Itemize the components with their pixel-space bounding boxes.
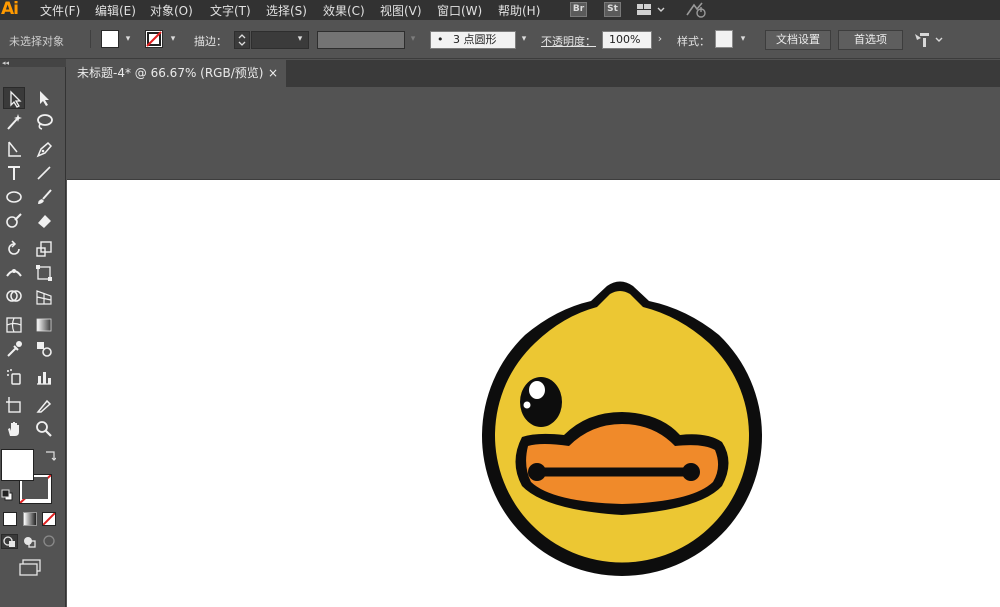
panel-collapse-icon[interactable]: ◂◂ xyxy=(0,59,66,67)
type-tool-icon[interactable] xyxy=(3,162,25,184)
style-label-text: 样式 xyxy=(677,35,699,48)
menu-help[interactable]: 帮助(H) xyxy=(498,2,540,19)
bridge-button[interactable]: Br xyxy=(570,2,587,17)
symbol-sprayer-tool-icon[interactable] xyxy=(3,366,25,388)
control-bar: 未选择对象 ▾ ▾ 描边： ▾ ▾ • 3 点圆形 ▾ 不透明度： 100% ›… xyxy=(0,20,1000,59)
screen-mode-icon[interactable] xyxy=(18,559,42,580)
menu-edit[interactable]: 编辑(E) xyxy=(95,2,136,19)
shape-builder-tool-icon[interactable] xyxy=(3,286,25,308)
stroke-label: 描边： xyxy=(194,35,227,48)
rotate-tool-icon[interactable] xyxy=(3,238,25,260)
menu-effect[interactable]: 效果(C) xyxy=(323,2,365,19)
graphic-style-swatch[interactable] xyxy=(715,30,733,48)
menu-bar: Ai 文件(F) 编辑(E) 对象(O) 文字(T) 选择(S) 效果(C) 视… xyxy=(0,0,1000,20)
direct-selection-tool-icon[interactable] xyxy=(33,87,55,109)
menu-window[interactable]: 窗口(W) xyxy=(437,2,482,19)
stock-button[interactable]: St xyxy=(604,2,621,17)
stroke-weight-dropdown-icon[interactable]: ▾ xyxy=(294,32,306,46)
brush-dot: • xyxy=(437,33,444,46)
gradient-mode-icon[interactable] xyxy=(23,512,37,526)
artboard[interactable] xyxy=(67,179,1000,607)
ellipse-tool-icon[interactable] xyxy=(3,186,25,208)
eraser-tool-icon[interactable] xyxy=(33,210,55,232)
style-dropdown-icon[interactable]: ▾ xyxy=(737,32,749,46)
divider xyxy=(90,30,91,48)
gpu-performance-icon[interactable] xyxy=(684,1,710,22)
width-tool-icon[interactable] xyxy=(3,262,25,284)
paintbrush-tool-icon[interactable] xyxy=(33,186,55,208)
line-segment-tool-icon[interactable] xyxy=(33,162,55,184)
pen-tool-icon[interactable] xyxy=(33,138,55,160)
artboard-tool-icon[interactable] xyxy=(3,394,25,416)
menu-view[interactable]: 视图(V) xyxy=(380,2,422,19)
menu-file[interactable]: 文件(F) xyxy=(40,2,80,19)
app-logo: Ai xyxy=(1,0,19,19)
none-mode-icon[interactable] xyxy=(42,512,56,526)
color-mode-icon[interactable] xyxy=(3,512,17,526)
mesh-tool-icon[interactable] xyxy=(3,314,25,336)
eyedropper-tool-icon[interactable] xyxy=(3,338,25,360)
opacity-label-text: 不透明度 xyxy=(541,35,585,48)
document-tab-title: 未标题-4* @ 66.67% (RGB/预览) xyxy=(77,66,264,80)
duck-eye xyxy=(520,377,562,427)
tools-panel: ◂◂ xyxy=(0,59,66,607)
brush-definition[interactable]: • 3 点圆形 xyxy=(430,31,516,49)
stroke-dropdown-icon[interactable]: ▾ xyxy=(167,32,179,46)
brush-name: 3 点圆形 xyxy=(453,33,497,46)
draw-normal-icon[interactable] xyxy=(1,534,18,549)
close-icon[interactable]: × xyxy=(268,60,278,87)
draw-behind-icon[interactable] xyxy=(22,535,37,551)
document-setup-button[interactable]: 文档设置 xyxy=(765,30,831,50)
selection-tool-icon[interactable] xyxy=(3,87,25,109)
menu-select[interactable]: 选择(S) xyxy=(266,2,307,19)
zoom-tool-icon[interactable] xyxy=(33,418,55,440)
shaper-tool-icon[interactable] xyxy=(3,210,25,232)
default-fill-stroke-icon[interactable] xyxy=(1,489,13,504)
align-options-icon[interactable] xyxy=(912,31,946,52)
opacity-expand-icon[interactable]: › xyxy=(654,32,666,46)
stroke-label-text: 描边 xyxy=(194,35,216,48)
preferences-button[interactable]: 首选项 xyxy=(838,30,903,50)
document-tab[interactable]: 未标题-4* @ 66.67% (RGB/预览) × xyxy=(66,60,286,87)
opacity-input[interactable]: 100% xyxy=(602,31,652,49)
workspace-layout-icon[interactable] xyxy=(636,1,668,22)
stroke-swatch[interactable] xyxy=(145,30,163,48)
swap-fill-stroke-icon[interactable] xyxy=(44,450,57,465)
menu-object[interactable]: 对象(O) xyxy=(150,2,193,19)
stroke-weight-stepper[interactable] xyxy=(234,31,250,49)
style-label: 样式： xyxy=(677,35,710,48)
magic-wand-tool-icon[interactable] xyxy=(3,111,25,133)
selection-status: 未选择对象 xyxy=(9,35,64,48)
direct-anchor-tool-icon[interactable] xyxy=(3,138,25,160)
variable-width-profile[interactable] xyxy=(317,31,405,49)
brush-dropdown-icon[interactable]: ▾ xyxy=(518,32,530,46)
lasso-tool-icon[interactable] xyxy=(33,111,55,133)
gradient-tool-icon[interactable] xyxy=(33,314,55,336)
free-transform-tool-icon[interactable] xyxy=(33,262,55,284)
column-graph-tool-icon[interactable] xyxy=(33,366,55,388)
blend-tool-icon[interactable] xyxy=(33,338,55,360)
fill-swatch[interactable] xyxy=(101,30,119,48)
opacity-label[interactable]: 不透明度： xyxy=(541,33,596,49)
fill-color-box[interactable] xyxy=(1,449,34,481)
document-tab-bar: 未标题-4* @ 66.67% (RGB/预览) × xyxy=(66,60,1000,87)
scale-tool-icon[interactable] xyxy=(33,238,55,260)
duck-illustration[interactable] xyxy=(67,180,1000,607)
fill-dropdown-icon[interactable]: ▾ xyxy=(122,32,134,46)
slice-tool-icon[interactable] xyxy=(33,394,55,416)
draw-inside-icon[interactable] xyxy=(42,535,57,551)
profile-dropdown-icon[interactable]: ▾ xyxy=(407,32,419,46)
menu-type[interactable]: 文字(T) xyxy=(210,2,251,19)
perspective-grid-tool-icon[interactable] xyxy=(33,286,55,308)
hand-tool-icon[interactable] xyxy=(3,418,25,440)
